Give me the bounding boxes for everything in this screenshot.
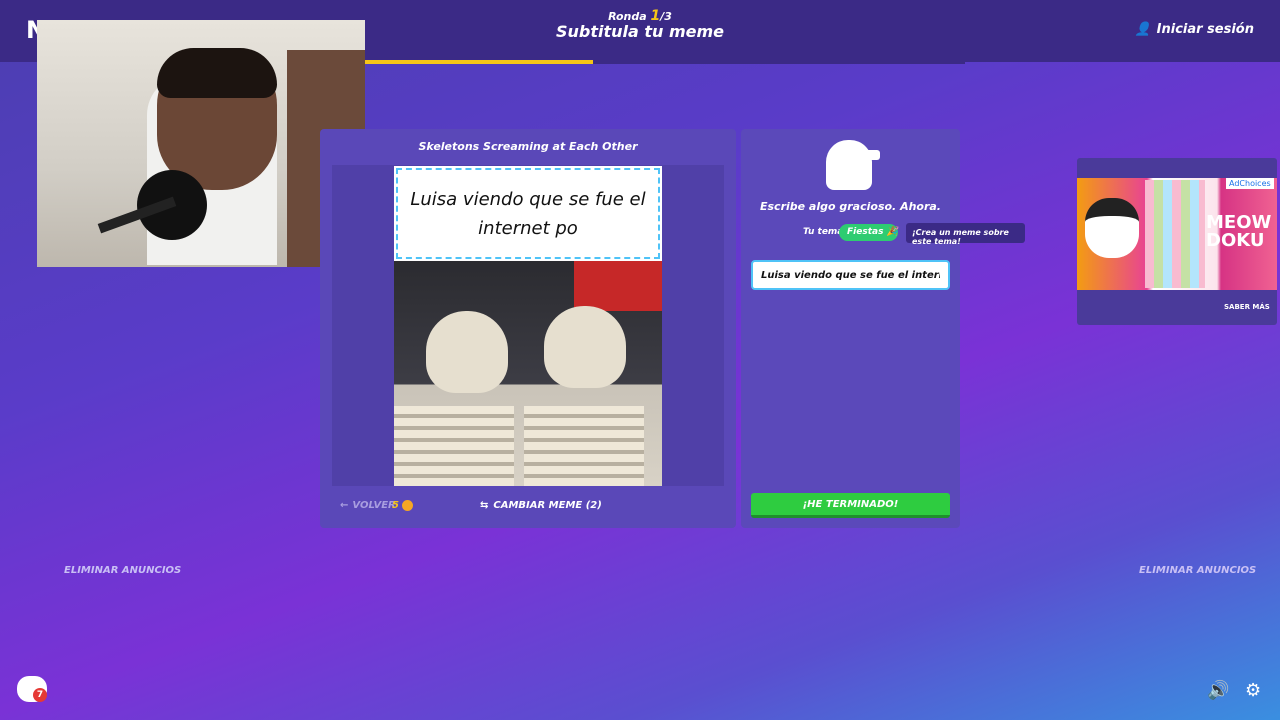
meme-image bbox=[394, 261, 662, 486]
user-icon: 👤 bbox=[1134, 22, 1151, 37]
speaker-icon[interactable]: 🔊 bbox=[1207, 680, 1229, 701]
theme-tooltip: ¡Crea un meme sobre este tema! bbox=[906, 223, 1025, 246]
skeleton-right-skull bbox=[544, 306, 626, 388]
coin-counter: 5 bbox=[392, 500, 413, 511]
mascot-icon bbox=[826, 140, 872, 190]
round-progress-fill bbox=[365, 60, 593, 64]
skeleton-left-ribs bbox=[394, 406, 514, 486]
change-meme-button[interactable]: ⇆ CAMBIAR MEME (2) bbox=[480, 500, 602, 511]
theme-value: Fiestas bbox=[847, 227, 884, 237]
done-button[interactable]: ¡HE TERMINADO! bbox=[751, 493, 950, 518]
gear-icon[interactable]: ⚙ bbox=[1245, 680, 1261, 701]
webcam-overlay bbox=[37, 20, 365, 267]
ad-brand: MEOW DOKU bbox=[1206, 212, 1272, 251]
caption-input[interactable] bbox=[751, 260, 950, 290]
store-sign bbox=[574, 261, 662, 311]
back-label: VOLVER bbox=[352, 500, 396, 511]
skeleton-right-ribs bbox=[524, 406, 644, 486]
webcam-person-hair bbox=[157, 48, 277, 98]
remove-ads-left[interactable]: ELIMINAR ANUNCIOS bbox=[64, 565, 181, 576]
skeleton-left-skull bbox=[426, 311, 508, 393]
ad-cat-illustration bbox=[1085, 198, 1139, 258]
mascot-arm bbox=[864, 150, 880, 160]
coin-icon bbox=[401, 500, 413, 511]
round-progress-bar bbox=[365, 60, 965, 64]
coin-count: 5 bbox=[392, 500, 399, 511]
back-button[interactable]: ← VOLVER bbox=[340, 500, 396, 511]
arrow-left-icon: ← bbox=[340, 500, 349, 511]
ad-more-button[interactable]: SABER MÁS bbox=[1224, 303, 1270, 311]
login-button[interactable]: 👤 Iniciar sesión bbox=[1134, 22, 1254, 37]
meme-caption-box[interactable]: Luisa viendo que se fue el internet po bbox=[396, 168, 660, 259]
meme-template-title: Skeletons Screaming at Each Other bbox=[418, 140, 638, 153]
remove-ads-right[interactable]: ELIMINAR ANUNCIOS bbox=[1139, 565, 1256, 576]
meme-footer: ← VOLVER 5 ⇆ CAMBIAR MEME (2) bbox=[320, 496, 736, 518]
ad-choices-link[interactable]: AdChoices bbox=[1226, 178, 1274, 189]
party-horn-icon: 🎉 bbox=[886, 227, 898, 237]
chat-badge: 7 bbox=[33, 688, 47, 702]
caption-prompt: Escribe algo gracioso. Ahora. bbox=[759, 200, 941, 213]
swap-icon: ⇆ bbox=[480, 500, 489, 511]
ad-puzzle-grid bbox=[1145, 180, 1205, 288]
change-meme-label: CAMBIAR MEME (2) bbox=[493, 500, 602, 511]
login-label: Iniciar sesión bbox=[1156, 22, 1254, 37]
theme-chip[interactable]: Fiestas 🎉 bbox=[839, 224, 898, 241]
